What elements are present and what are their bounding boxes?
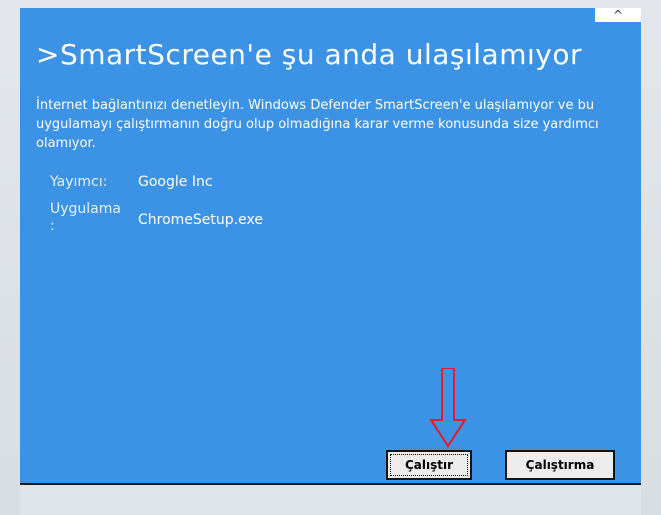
- collapse-button[interactable]: ^: [595, 8, 641, 22]
- dialog-bottom-edge: [20, 483, 641, 515]
- app-value: ChromeSetup.exe: [138, 212, 263, 228]
- smartscreen-dialog: ^ >SmartScreen'e şu anda ulaşılamıyor İn…: [20, 8, 641, 483]
- publisher-label: Yayımcı:: [50, 174, 108, 190]
- red-arrow-annotation-icon: [429, 368, 467, 448]
- app-label: Uygulama: [50, 201, 121, 217]
- dialog-description: İnternet bağlantınızı denetleyin. Window…: [36, 98, 599, 151]
- dont-run-button[interactable]: Çalıştırma: [505, 450, 615, 480]
- run-button[interactable]: Çalıştır: [386, 450, 472, 480]
- publisher-value: Google Inc: [138, 174, 213, 190]
- chevron-up-icon: ^: [612, 8, 624, 22]
- dialog-title: >SmartScreen'e şu anda ulaşılamıyor: [36, 38, 582, 71]
- app-label-colon: :: [50, 218, 55, 234]
